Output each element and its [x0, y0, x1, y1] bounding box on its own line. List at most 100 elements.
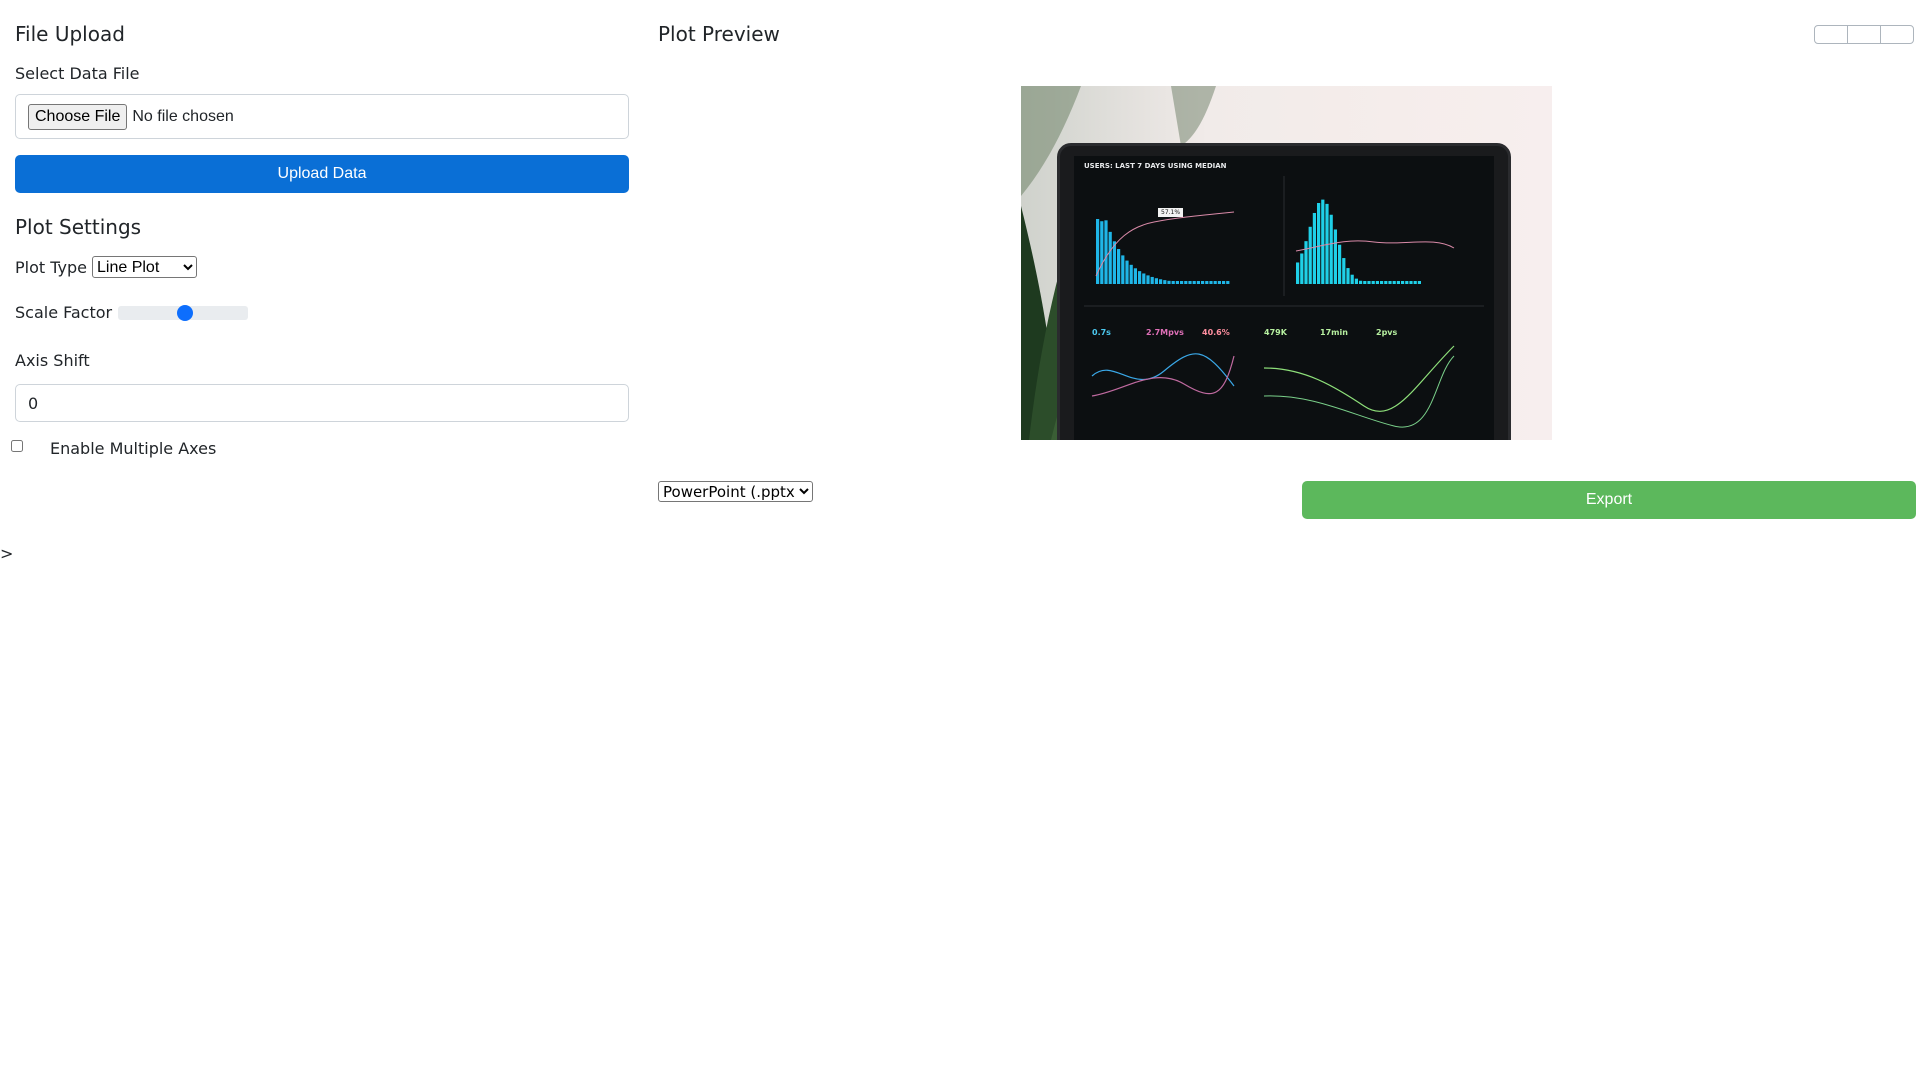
- dashboard-bar: [1133, 268, 1137, 284]
- plot-type-select[interactable]: Line Plot: [92, 256, 197, 278]
- dashboard-bar: [1188, 281, 1192, 284]
- file-upload-title: File Upload: [15, 22, 125, 46]
- dashboard-bar: [1405, 281, 1409, 284]
- dashboard-bar: [1150, 276, 1154, 284]
- plot-settings-title: Plot Settings: [15, 215, 142, 239]
- dashboard-bar: [1142, 273, 1146, 284]
- dashboard-bar: [1108, 231, 1112, 284]
- dashboard-bar: [1413, 281, 1417, 284]
- metric-2: 2.7Mpvs: [1146, 328, 1184, 337]
- dashboard-bar: [1100, 221, 1104, 284]
- dashboard-bar: [1350, 274, 1354, 284]
- dashboard-bar: [1167, 280, 1171, 284]
- dashboard-bar: [1354, 278, 1358, 284]
- dashboard-bar: [1359, 280, 1363, 284]
- dashboard-bar: [1104, 220, 1108, 284]
- file-input[interactable]: Choose File No file chosen: [15, 94, 629, 139]
- dashboard-bar: [1338, 244, 1342, 284]
- toolbar-button-2[interactable]: [1847, 25, 1881, 44]
- dashboard-line: [1263, 355, 1455, 428]
- axis-shift-label: Axis Shift: [15, 351, 90, 370]
- dashboard-bar: [1171, 281, 1175, 284]
- dashboard-bar: [1213, 281, 1217, 284]
- dashboard-bar: [1201, 281, 1205, 284]
- dashboard-bar: [1125, 260, 1129, 284]
- dashboard-bar: [1333, 229, 1337, 284]
- dashboard-bar: [1308, 226, 1312, 284]
- export-button[interactable]: Export: [1302, 481, 1916, 519]
- dashboard-bar: [1209, 281, 1213, 284]
- dashboard-bar: [1129, 264, 1133, 284]
- dashboard-bar: [1380, 281, 1384, 284]
- dashboard-line: [1091, 353, 1235, 387]
- slider-thumb[interactable]: [177, 304, 194, 321]
- dashboard-bar: [1226, 281, 1230, 284]
- dashboard-bar: [1363, 281, 1367, 284]
- choose-file-button[interactable]: Choose File: [28, 103, 128, 130]
- dashboard-bar: [1205, 281, 1209, 284]
- toolbar-button-3[interactable]: [1880, 25, 1914, 44]
- enable-multiple-axes-label[interactable]: Enable Multiple Axes: [50, 439, 216, 458]
- scale-factor-label: Scale Factor: [15, 303, 113, 322]
- dashboard-bar: [1392, 281, 1396, 284]
- dashboard-bar: [1300, 253, 1304, 284]
- dashboard-line: [1095, 211, 1235, 277]
- dashboard-bar: [1388, 281, 1392, 284]
- dashboard-bar: [1184, 281, 1188, 284]
- dashboard-bar: [1346, 268, 1350, 284]
- metric-6: 2pvs: [1376, 328, 1398, 337]
- dashboard-bar: [1296, 262, 1300, 284]
- stray-text: >: [0, 544, 14, 563]
- export-format-select[interactable]: PowerPoint (.pptx): [658, 481, 813, 502]
- no-file-chosen-text: No file chosen: [132, 107, 234, 125]
- dashboard-bar: [1367, 281, 1371, 284]
- dashboard-bar: [1112, 241, 1116, 284]
- metric-5: 17min: [1320, 328, 1348, 337]
- upload-data-button[interactable]: Upload Data: [15, 155, 629, 193]
- plot-type-label: Plot Type: [15, 257, 87, 277]
- dashboard-bar: [1121, 255, 1125, 284]
- dashboard-bar: [1371, 281, 1375, 284]
- dashboard-bar: [1312, 212, 1316, 284]
- axis-shift-input[interactable]: [15, 384, 629, 422]
- dashboard-line: [1263, 345, 1455, 412]
- dashboard-bar: [1304, 241, 1308, 284]
- dashboard-bar: [1329, 214, 1333, 284]
- dashboard-bar: [1180, 281, 1184, 284]
- toolbar-button-1[interactable]: [1814, 25, 1848, 44]
- dashboard-bar: [1217, 281, 1221, 284]
- scale-factor-slider[interactable]: [118, 304, 249, 321]
- dashboard-bar: [1163, 280, 1167, 284]
- scale-factor-row: Scale Factor: [15, 303, 249, 322]
- dashboard-bar: [1146, 275, 1150, 284]
- tooltip-value: 57.1%: [1158, 208, 1184, 217]
- metric-3: 40.6%: [1202, 328, 1230, 337]
- laptop-frame: USERS: LAST 7 DAYS USING MEDIAN 57.1% 0.…: [1057, 143, 1511, 440]
- dashboard-bar: [1417, 281, 1421, 284]
- dashboard-bar: [1117, 249, 1121, 284]
- dashboard-bar: [1154, 278, 1158, 284]
- dashboard-screen: USERS: LAST 7 DAYS USING MEDIAN 57.1% 0.…: [1074, 156, 1494, 440]
- metric-1: 0.7s: [1092, 328, 1111, 337]
- dashboard-bar: [1175, 281, 1179, 284]
- plot-preview-image: USERS: LAST 7 DAYS USING MEDIAN 57.1% 0.…: [1021, 86, 1552, 440]
- dashboard-bar: [1375, 281, 1379, 284]
- dashboard-bar: [1222, 281, 1226, 284]
- dashboard-bar: [1321, 199, 1325, 284]
- plot-preview-title: Plot Preview: [658, 22, 780, 46]
- dashboard-bar: [1192, 281, 1196, 284]
- dashboard-bar: [1342, 258, 1346, 284]
- metric-4: 479K: [1264, 328, 1287, 337]
- dashboard-graphics: [1084, 176, 1484, 428]
- enable-multiple-axes-checkbox[interactable]: [11, 440, 23, 452]
- dashboard-bar: [1138, 271, 1142, 284]
- dashboard-bar: [1401, 281, 1405, 284]
- plot-type-row: Plot Type Line Plot: [15, 256, 197, 278]
- dashboard-bar: [1409, 281, 1413, 284]
- dashboard-bar: [1159, 279, 1163, 284]
- dashboard-bar: [1384, 281, 1388, 284]
- dashboard-bar: [1196, 281, 1200, 284]
- select-data-file-label: Select Data File: [15, 64, 140, 83]
- preview-toolbar: [1814, 25, 1914, 44]
- dashboard-bar: [1396, 281, 1400, 284]
